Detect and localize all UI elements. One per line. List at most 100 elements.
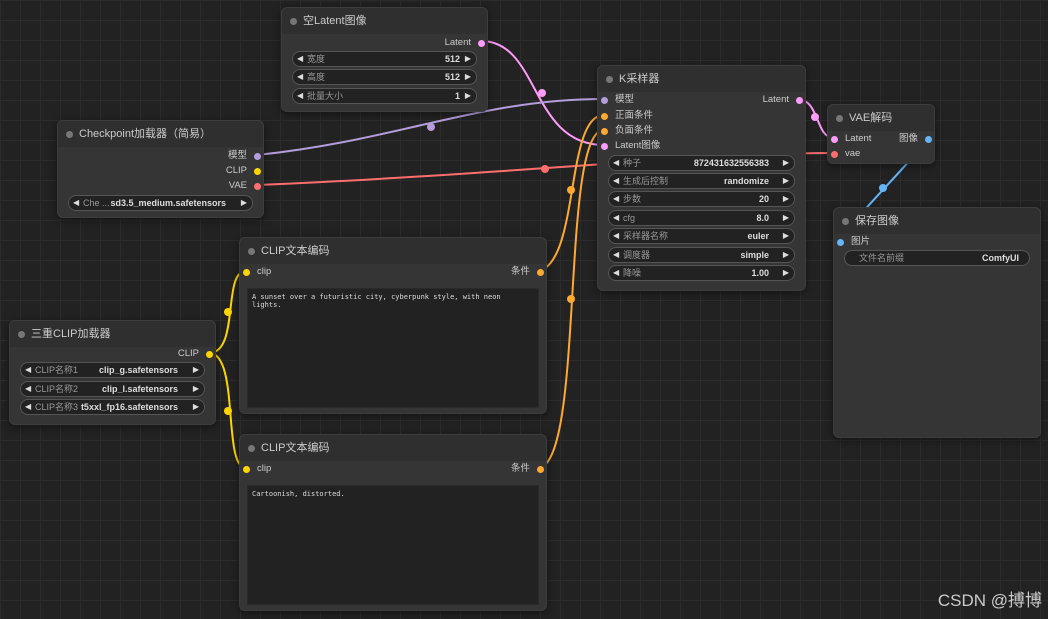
input-positive[interactable]: 正面条件 <box>601 109 653 123</box>
port-dot-icon[interactable] <box>243 268 250 276</box>
wire-midpoint-dot[interactable] <box>224 407 232 415</box>
port-dot-icon[interactable] <box>601 96 608 104</box>
collapse-dot-icon[interactable] <box>290 18 297 25</box>
increment-arrow-icon[interactable]: ▶ <box>465 70 471 84</box>
empty-latent-node[interactable]: 空Latent图像 Latent ◀ 宽度 512 ▶ ◀ 高度 512 ▶ ◀ 批量大小 1 ▶ <box>281 7 488 112</box>
port-dot-icon[interactable] <box>925 135 932 143</box>
collapse-dot-icon[interactable] <box>18 331 25 338</box>
clip-name1-widget[interactable]: ◀ CLIP名称1 clip_g.safetensors ▶ <box>20 362 205 378</box>
next-arrow-icon[interactable]: ▶ <box>241 196 247 210</box>
port-dot-icon[interactable] <box>254 152 261 160</box>
checkpoint-loader-node[interactable]: Checkpoint加载器（简易） 模型 CLIP VAE ◀ Che ... sd… <box>57 120 264 218</box>
save-image-node[interactable]: 保存图像 图片 文件名前缀 ComfyUI <box>833 207 1041 438</box>
port-dot-icon[interactable] <box>831 150 838 158</box>
wire-midpoint-dot[interactable] <box>879 184 887 192</box>
height-widget[interactable]: ◀ 高度 512 ▶ <box>292 69 477 85</box>
output-model[interactable]: 模型 <box>228 149 261 163</box>
next-arrow-icon[interactable]: ▶ <box>193 400 199 414</box>
node-title[interactable]: 三重CLIP加载器 <box>10 321 215 347</box>
sampler-name-widget[interactable]: ◀ 采样器名称 euler ▶ <box>608 228 795 244</box>
ckpt-name-widget[interactable]: ◀ Che ... sd3.5_medium.safetensors ▶ <box>68 195 253 211</box>
input-model[interactable]: 模型 <box>601 93 634 107</box>
next-arrow-icon[interactable]: ▶ <box>783 229 789 243</box>
port-dot-icon[interactable] <box>837 238 844 246</box>
prompt-textarea[interactable]: Cartoonish, distorted. <box>247 485 539 605</box>
triple-clip-loader-node[interactable]: 三重CLIP加载器 CLIP ◀ CLIP名称1 clip_g.safetensor… <box>9 320 216 425</box>
increment-arrow-icon[interactable]: ▶ <box>783 156 789 170</box>
collapse-dot-icon[interactable] <box>606 76 613 83</box>
denoise-widget[interactable]: ◀ 降噪 1.00 ▶ <box>608 265 795 281</box>
batch-size-widget[interactable]: ◀ 批量大小 1 ▶ <box>292 88 477 104</box>
node-title[interactable]: CLIP文本编码 <box>240 238 546 264</box>
port-dot-icon[interactable] <box>537 465 544 473</box>
decrement-arrow-icon[interactable]: ◀ <box>613 266 619 280</box>
node-title[interactable]: VAE解码 <box>828 105 934 131</box>
ksampler-node[interactable]: K采样器 模型 正面条件 负面条件 Latent图像 Latent ◀ 种子 872… <box>597 65 806 291</box>
output-conditioning[interactable]: 条件 <box>511 462 544 476</box>
increment-arrow-icon[interactable]: ▶ <box>783 266 789 280</box>
input-images[interactable]: 图片 <box>837 235 870 249</box>
control-after-generate-widget[interactable]: ◀ 生成后控制 randomize ▶ <box>608 173 795 189</box>
increment-arrow-icon[interactable]: ▶ <box>465 52 471 66</box>
output-vae[interactable]: VAE <box>229 179 261 193</box>
decrement-arrow-icon[interactable]: ◀ <box>613 211 619 225</box>
output-latent[interactable]: Latent <box>763 93 803 107</box>
port-dot-icon[interactable] <box>601 127 608 135</box>
cfg-widget[interactable]: ◀ cfg 8.0 ▶ <box>608 210 795 226</box>
port-dot-icon[interactable] <box>831 135 838 143</box>
prev-arrow-icon[interactable]: ◀ <box>613 248 619 262</box>
clip-name3-widget[interactable]: ◀ CLIP名称3 t5xxl_fp16.safetensors ▶ <box>20 399 205 415</box>
wire-midpoint-dot[interactable] <box>427 123 435 131</box>
port-dot-icon[interactable] <box>537 268 544 276</box>
input-clip[interactable]: clip <box>243 265 271 279</box>
output-conditioning[interactable]: 条件 <box>511 265 544 279</box>
increment-arrow-icon[interactable]: ▶ <box>783 211 789 225</box>
port-dot-icon[interactable] <box>601 112 608 120</box>
output-latent[interactable]: Latent <box>445 36 485 50</box>
output-clip[interactable]: CLIP <box>226 164 261 178</box>
port-dot-icon[interactable] <box>206 350 213 358</box>
wire-midpoint-dot[interactable] <box>538 89 546 97</box>
prompt-textarea[interactable]: A sunset over a futuristic city, cyberpu… <box>247 288 539 408</box>
steps-widget[interactable]: ◀ 步数 20 ▶ <box>608 191 795 207</box>
decrement-arrow-icon[interactable]: ◀ <box>297 89 303 103</box>
port-dot-icon[interactable] <box>478 39 485 47</box>
decrement-arrow-icon[interactable]: ◀ <box>613 156 619 170</box>
port-dot-icon[interactable] <box>254 182 261 190</box>
next-arrow-icon[interactable]: ▶ <box>193 363 199 377</box>
prev-arrow-icon[interactable]: ◀ <box>25 363 31 377</box>
port-dot-icon[interactable] <box>243 465 250 473</box>
input-latent[interactable]: Latent <box>831 132 871 146</box>
increment-arrow-icon[interactable]: ▶ <box>783 192 789 206</box>
input-latent-image[interactable]: Latent图像 <box>601 139 660 153</box>
prev-arrow-icon[interactable]: ◀ <box>25 400 31 414</box>
decrement-arrow-icon[interactable]: ◀ <box>613 192 619 206</box>
clip-text-encode-negative-node[interactable]: CLIP文本编码 clip 条件 Cartoonish, distorted. <box>239 434 547 611</box>
node-title[interactable]: Checkpoint加载器（简易） <box>58 121 263 147</box>
decrement-arrow-icon[interactable]: ◀ <box>297 70 303 84</box>
collapse-dot-icon[interactable] <box>842 218 849 225</box>
wire-midpoint-dot[interactable] <box>541 165 549 173</box>
vae-decode-node[interactable]: VAE解码 Latent vae 图像 <box>827 104 935 164</box>
collapse-dot-icon[interactable] <box>248 248 255 255</box>
prev-arrow-icon[interactable]: ◀ <box>25 382 31 396</box>
node-title[interactable]: K采样器 <box>598 66 805 92</box>
node-title[interactable]: 空Latent图像 <box>282 8 487 34</box>
collapse-dot-icon[interactable] <box>836 115 843 122</box>
collapse-dot-icon[interactable] <box>66 131 73 138</box>
collapse-dot-icon[interactable] <box>248 445 255 452</box>
width-widget[interactable]: ◀ 宽度 512 ▶ <box>292 51 477 67</box>
output-clip[interactable]: CLIP <box>178 347 213 361</box>
wire-midpoint-dot[interactable] <box>811 113 819 121</box>
prev-arrow-icon[interactable]: ◀ <box>73 196 79 210</box>
wire-midpoint-dot[interactable] <box>567 186 575 194</box>
decrement-arrow-icon[interactable]: ◀ <box>297 52 303 66</box>
input-negative[interactable]: 负面条件 <box>601 124 653 138</box>
wire-midpoint-dot[interactable] <box>567 295 575 303</box>
port-dot-icon[interactable] <box>254 167 261 175</box>
seed-widget[interactable]: ◀ 种子 872431632556383 ▶ <box>608 155 795 171</box>
node-title[interactable]: 保存图像 <box>834 208 1040 234</box>
next-arrow-icon[interactable]: ▶ <box>193 382 199 396</box>
clip-text-encode-positive-node[interactable]: CLIP文本编码 clip 条件 A sunset over a futuris… <box>239 237 547 414</box>
input-vae[interactable]: vae <box>831 147 860 161</box>
